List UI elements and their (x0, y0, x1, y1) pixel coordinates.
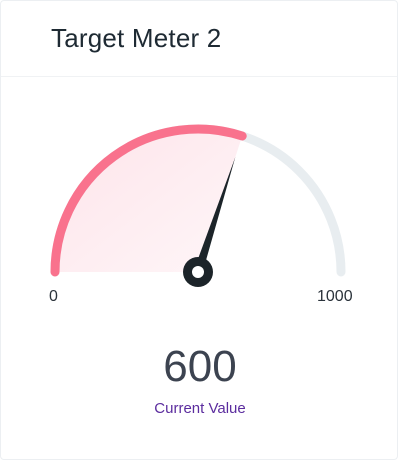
card-header: Target Meter 2 (1, 1, 397, 77)
current-value-label: Current Value (154, 400, 246, 417)
current-value: 600 (163, 342, 237, 391)
target-meter-card: Target Meter 2 0 1000 600 Current Value (0, 0, 398, 460)
gauge-svg (50, 124, 346, 287)
value-block: 600 Current Value (1, 341, 399, 419)
gauge-min-label: 0 (49, 288, 58, 305)
gauge-pivot-inner (192, 266, 204, 278)
card-title: Target Meter 2 (51, 23, 222, 53)
gauge-max-label: 1000 (317, 288, 353, 305)
gauge: 0 1000 (1, 77, 399, 317)
gauge-filled-area (55, 128, 243, 272)
